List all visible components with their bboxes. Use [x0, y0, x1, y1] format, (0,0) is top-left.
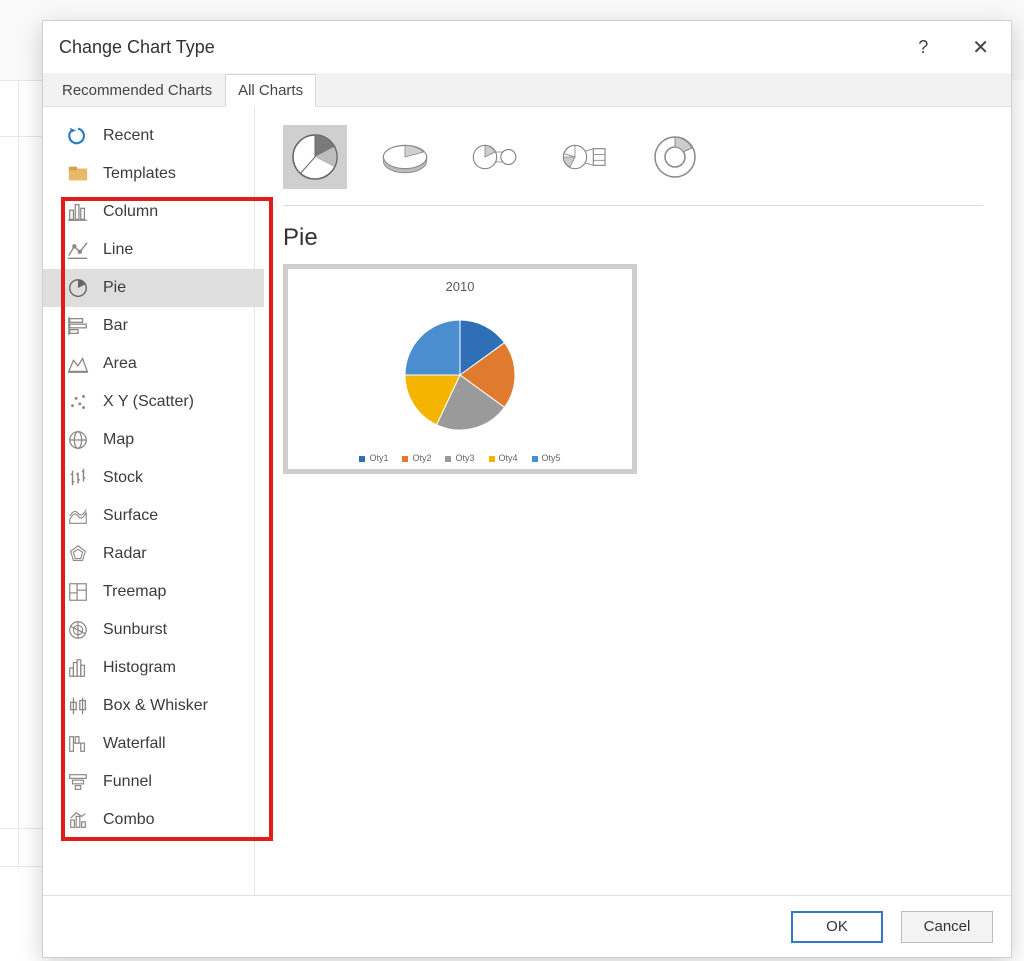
legend-item: Oty2 [402, 453, 431, 463]
category-label: Pie [103, 279, 126, 297]
category-label: Recent [103, 127, 154, 145]
combo-icon [67, 809, 89, 831]
category-label: Waterfall [103, 735, 166, 753]
ok-button[interactable]: OK [791, 911, 883, 943]
scatter-icon [67, 391, 89, 413]
box-whisker-icon [67, 695, 89, 717]
category-histogram[interactable]: Histogram [43, 649, 254, 687]
radar-icon [67, 543, 89, 565]
waterfall-icon [67, 733, 89, 755]
category-stock[interactable]: Stock [43, 459, 254, 497]
category-label: Surface [103, 507, 158, 525]
category-pie[interactable]: Pie [43, 269, 254, 307]
treemap-icon [67, 581, 89, 603]
category-templates[interactable]: Templates [43, 155, 254, 193]
subtype-pie-3d[interactable] [373, 125, 437, 189]
area-icon [67, 353, 89, 375]
dialog-content: Recent Templates Column Line [43, 107, 1011, 895]
surface-icon [67, 505, 89, 527]
sunburst-icon [67, 619, 89, 641]
bar-icon [67, 315, 89, 337]
category-combo[interactable]: Combo [43, 801, 254, 839]
dialog-title: Change Chart Type [59, 37, 215, 58]
chart-preview[interactable]: 2010 Oty1 Oty2 Oty3 Oty4 Oty5 [283, 264, 637, 474]
category-bar[interactable]: Bar [43, 307, 254, 345]
recent-icon [67, 125, 89, 147]
category-line[interactable]: Line [43, 231, 254, 269]
templates-icon [67, 163, 89, 185]
dialog-footer: OK Cancel [43, 895, 1011, 957]
subtype-pie[interactable] [283, 125, 347, 189]
tab-strip: Recommended Charts All Charts [43, 73, 1011, 107]
pie-icon [67, 277, 89, 299]
category-label: Radar [103, 545, 147, 563]
category-label: X Y (Scatter) [103, 393, 194, 411]
legend-item: Oty5 [532, 453, 561, 463]
category-funnel[interactable]: Funnel [43, 763, 254, 801]
category-recent[interactable]: Recent [43, 117, 254, 155]
category-label: Line [103, 241, 133, 259]
map-icon [67, 429, 89, 451]
category-waterfall[interactable]: Waterfall [43, 725, 254, 763]
category-scatter[interactable]: X Y (Scatter) [43, 383, 254, 421]
category-box-whisker[interactable]: Box & Whisker [43, 687, 254, 725]
legend-item: Oty4 [489, 453, 518, 463]
funnel-icon [67, 771, 89, 793]
tab-recommended-charts[interactable]: Recommended Charts [49, 74, 225, 106]
category-radar[interactable]: Radar [43, 535, 254, 573]
line-icon [67, 239, 89, 261]
category-area[interactable]: Area [43, 345, 254, 383]
category-map[interactable]: Map [43, 421, 254, 459]
preview-pie [400, 296, 520, 453]
category-label: Funnel [103, 773, 152, 791]
preview-legend: Oty1 Oty2 Oty3 Oty4 Oty5 [359, 453, 560, 463]
category-label: Box & Whisker [103, 697, 208, 715]
change-chart-type-dialog: Change Chart Type ? ✕ Recommended Charts… [42, 20, 1012, 958]
category-label: Bar [103, 317, 128, 335]
subtype-row [283, 125, 983, 206]
category-sunburst[interactable]: Sunburst [43, 611, 254, 649]
legend-item: Oty3 [445, 453, 474, 463]
chart-category-list: Recent Templates Column Line [43, 107, 255, 895]
category-label: Histogram [103, 659, 176, 677]
histogram-icon [67, 657, 89, 679]
stock-icon [67, 467, 89, 489]
category-label: Treemap [103, 583, 166, 601]
category-label: Combo [103, 811, 155, 829]
category-label: Sunburst [103, 621, 167, 639]
category-column[interactable]: Column [43, 193, 254, 231]
cancel-button[interactable]: Cancel [901, 911, 993, 943]
subtype-pie-of-pie[interactable] [463, 125, 527, 189]
category-label: Column [103, 203, 158, 221]
category-treemap[interactable]: Treemap [43, 573, 254, 611]
preview-chart-title: 2010 [446, 279, 475, 294]
category-label: Stock [103, 469, 143, 487]
close-button[interactable]: ✕ [966, 35, 995, 60]
help-button[interactable]: ? [918, 37, 928, 58]
category-surface[interactable]: Surface [43, 497, 254, 535]
subtype-bar-of-pie[interactable] [553, 125, 617, 189]
chart-subtype-panel: Pie 2010 Oty1 Oty2 Oty3 Oty4 Oty5 [255, 107, 1011, 895]
category-label: Map [103, 431, 134, 449]
category-label: Area [103, 355, 137, 373]
column-icon [67, 201, 89, 223]
subtype-doughnut[interactable] [643, 125, 707, 189]
subtype-title: Pie [283, 224, 983, 252]
category-label: Templates [103, 165, 176, 183]
dialog-titlebar: Change Chart Type ? ✕ [43, 21, 1011, 73]
tab-all-charts[interactable]: All Charts [225, 74, 316, 107]
legend-item: Oty1 [359, 453, 388, 463]
